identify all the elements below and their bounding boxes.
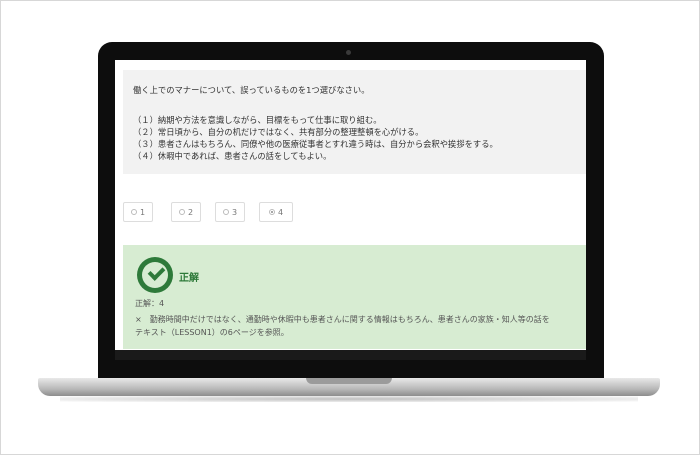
- answer-choice-1[interactable]: 1: [123, 202, 153, 222]
- answer-choice-label: 3: [231, 207, 238, 217]
- radio-selected-icon: [268, 209, 275, 215]
- explanation-text: × 勤務時間中だけではなく、通勤時や休暇中も患者さんに関する情報はもちろん、患者…: [135, 315, 550, 324]
- question-option-4: （４）休暇中であれば、患者さんの話をしてもよい。: [133, 151, 332, 161]
- radio-icon: [130, 209, 137, 215]
- result-title: 正解: [179, 273, 199, 284]
- answer-choice-2[interactable]: 2: [171, 202, 201, 222]
- reference-text: テキスト（LESSON1）の6ページを参照。: [135, 328, 289, 337]
- laptop-screen: 働く上でのマナーについて、誤っているものを1つ選びなさい。 （１）納期や方法を意…: [115, 60, 586, 350]
- check-circle-icon: [137, 257, 173, 293]
- radio-icon: [222, 209, 229, 215]
- answer-choice-label: 1: [139, 207, 146, 217]
- question-title: 働く上でのマナーについて、誤っているものを1つ選びなさい。: [133, 85, 370, 95]
- laptop-shadow: [60, 396, 638, 402]
- answer-choice-3[interactable]: 3: [215, 202, 245, 222]
- camera-icon: [346, 50, 351, 55]
- question-option-2: （２）常日頃から、自分の机だけではなく、共有部分の整理整頓を心がける。: [133, 127, 424, 137]
- question-option-3: （３）患者さんはもちろん、同僚や他の医療従事者とすれ違う時は、自分から会釈や挨拶…: [133, 139, 498, 149]
- question-panel: 働く上でのマナーについて、誤っているものを1つ選びなさい。 （１）納期や方法を意…: [123, 70, 586, 174]
- radio-icon: [178, 209, 185, 215]
- correct-answer: 正解：4: [135, 299, 165, 308]
- answer-choice-label: 2: [187, 207, 194, 217]
- answer-choice-label: 4: [277, 207, 284, 217]
- result-panel: 正解 正解：4 × 勤務時間中だけではなく、通勤時や休暇中も患者さんに関する情報…: [123, 245, 586, 349]
- laptop-notch: [306, 378, 392, 384]
- laptop-hinge: [115, 350, 586, 360]
- answer-choice-4[interactable]: 4: [259, 202, 293, 222]
- question-option-1: （１）納期や方法を意識しながら、目標をもって仕事に取り組む。: [133, 115, 382, 125]
